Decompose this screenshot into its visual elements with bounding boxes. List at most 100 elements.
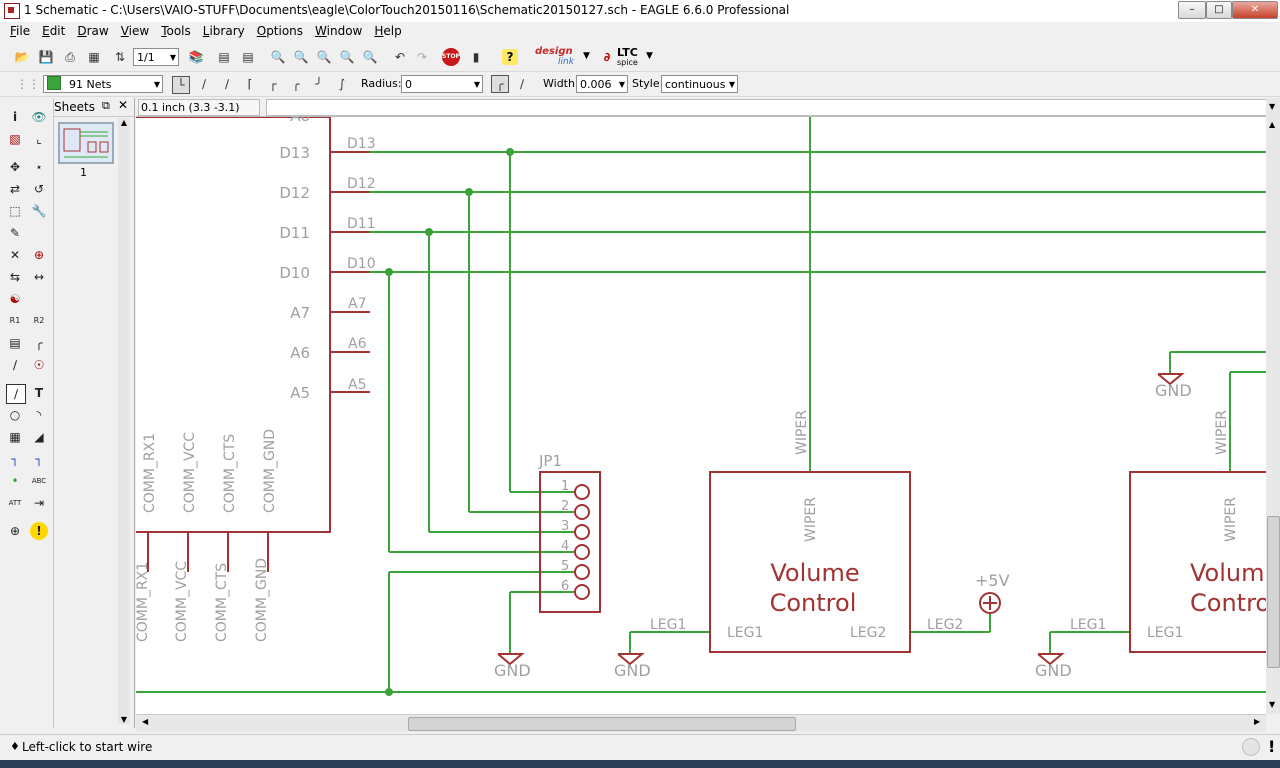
zoom-select-icon[interactable]: 🔍 (362, 49, 378, 65)
net-select[interactable]: 91 Nets ▼ (43, 75, 163, 93)
horizontal-scrollbar[interactable]: ◀ ▶ (136, 714, 1266, 732)
split-icon[interactable]: ∕ (6, 356, 24, 374)
gateswap-icon[interactable]: ↔ (30, 268, 48, 286)
zoom-redraw-icon[interactable]: 🔍 (339, 49, 355, 65)
schematic-canvas[interactable]: A8 D13 D12 D11 D10 A7 A6 A5 D13 D12 D11 … (136, 117, 1266, 714)
menu-library[interactable]: Library (197, 22, 251, 38)
label-tool-icon[interactable]: ABC (30, 472, 48, 490)
mcu-symbol[interactable] (136, 117, 370, 572)
library-icon[interactable]: 📚 (188, 49, 204, 65)
wire-bend-arc2-icon[interactable]: ╯ (311, 76, 327, 92)
menu-tools[interactable]: Tools (155, 22, 197, 38)
wire-bend-45-icon[interactable]: ∕ (196, 76, 212, 92)
add-part-icon[interactable]: ⊕ (30, 246, 48, 264)
menu-draw[interactable]: Draw (71, 22, 114, 38)
volume-control-1[interactable]: Volume Control WIPER LEG1 LEG2 (709, 471, 911, 653)
scroll-up-icon[interactable]: ▲ (1269, 120, 1275, 129)
menu-edit[interactable]: Edit (36, 22, 71, 38)
designlink-dropdown-icon[interactable]: ▼ (583, 51, 590, 61)
sheets-scroll-up-icon[interactable]: ▲ (118, 118, 130, 127)
mirror-icon[interactable]: ⇄ (6, 180, 24, 198)
width-input[interactable]: 0.006 ▼ (576, 75, 628, 93)
ulp-icon[interactable]: ▤ (240, 49, 256, 65)
open-icon[interactable]: 📂 (14, 49, 30, 65)
wire-bend-45b-icon[interactable]: ⌈ (242, 76, 258, 92)
sheets-scroll-down-icon[interactable]: ▼ (118, 715, 130, 724)
replace-icon[interactable]: ☯ (6, 290, 24, 308)
name-icon[interactable]: R1 (6, 312, 24, 330)
radius-input[interactable]: 0 ▼ (401, 75, 483, 93)
copy-icon[interactable]: ⋆ (30, 158, 48, 176)
pinswap-icon[interactable]: ⇆ (6, 268, 24, 286)
sheets-close-icon[interactable]: ✕ (118, 98, 128, 112)
sheets-undock-icon[interactable]: ⧉ (102, 99, 110, 113)
wire-bend-90-icon[interactable]: └ (172, 76, 190, 94)
sheet-thumbnail[interactable] (58, 122, 114, 164)
scroll-down-icon[interactable]: ▼ (1269, 700, 1275, 709)
wire-bend-arc-icon[interactable]: ╭ (288, 76, 304, 92)
save-icon[interactable]: 💾 (38, 49, 54, 65)
net-wires[interactable] (136, 117, 1266, 693)
net-tool-icon[interactable]: ┐ (30, 450, 48, 468)
grid-icon[interactable]: ⋮⋮ (16, 76, 40, 92)
text-tool-icon[interactable]: T (30, 384, 48, 402)
rotate-icon[interactable]: ↺ (30, 180, 48, 198)
go-icon[interactable]: ▮ (468, 49, 484, 65)
miter-round-icon[interactable]: ╭ (491, 75, 509, 93)
command-line-input[interactable] (266, 99, 1268, 116)
wire-tool-icon[interactable]: ∕ (6, 384, 26, 404)
zoom-in-icon[interactable]: 🔍 (293, 49, 309, 65)
value-icon[interactable]: R2 (30, 312, 48, 330)
show-icon[interactable]: 👁 (30, 108, 48, 126)
delete-icon[interactable]: ✕ (6, 246, 24, 264)
invoke-icon[interactable]: ☉ (30, 356, 48, 374)
ltspice-icon[interactable]: ∂ (599, 49, 615, 65)
board-switch-icon[interactable]: ⇅ (112, 49, 128, 65)
polygon-tool-icon[interactable]: ◢ (30, 428, 48, 446)
menu-options[interactable]: Options (251, 22, 309, 38)
bus-tool-icon[interactable]: ┐ (6, 450, 24, 468)
cam-icon[interactable]: ▦ (86, 49, 102, 65)
command-dropdown-icon[interactable]: ▼ (1269, 102, 1275, 111)
wire-bend-90b-icon[interactable]: ┌ (265, 76, 281, 92)
horizontal-scroll-thumb[interactable] (408, 717, 796, 731)
move-icon[interactable]: ✥ (6, 158, 24, 176)
change-icon[interactable]: 🔧 (30, 202, 48, 220)
help-icon[interactable]: ? (502, 49, 518, 65)
undo-icon[interactable]: ↶ (392, 49, 408, 65)
maximize-button[interactable]: □ (1206, 1, 1232, 19)
script-icon[interactable]: ▤ (216, 49, 232, 65)
close-button[interactable]: ✕ (1232, 1, 1278, 19)
minimize-button[interactable]: – (1178, 1, 1206, 19)
erc-icon[interactable]: ⊕ (6, 522, 24, 540)
wire-bend-spline-icon[interactable]: ∫ (334, 76, 350, 92)
print-icon[interactable]: ⎙ (62, 49, 78, 65)
scroll-right-icon[interactable]: ▶ (1254, 717, 1260, 726)
scroll-left-icon[interactable]: ◀ (142, 717, 148, 726)
smash-icon[interactable]: ▤ (6, 334, 24, 352)
miter-icon[interactable]: ╭ (30, 334, 48, 352)
volume-control-2[interactable]: Volum Contro WIPER LEG1 (1129, 471, 1266, 653)
miter-straight-icon[interactable]: ∕ (514, 76, 530, 92)
group-icon[interactable]: ⬚ (6, 202, 24, 220)
stop-icon[interactable]: STOP (442, 48, 460, 66)
vcc-symbol[interactable]: +5V (975, 571, 1010, 614)
zoom-out-icon[interactable]: 🔍 (316, 49, 332, 65)
vertical-scroll-thumb[interactable] (1267, 516, 1280, 668)
errors-icon[interactable]: ! (30, 522, 48, 540)
junction-dots[interactable] (385, 148, 514, 696)
zoom-fit-icon[interactable]: 🔍 (270, 49, 286, 65)
dimension-tool-icon[interactable]: ⇥ (30, 494, 48, 512)
status-alert-icon[interactable]: ! (1268, 737, 1275, 756)
redo-icon[interactable]: ↷ (414, 49, 430, 65)
paste-icon[interactable]: ✎ (6, 224, 24, 242)
sheets-scrollbar[interactable]: ▲ ▼ (118, 118, 130, 724)
designlink-logo-top[interactable]: design (535, 46, 573, 57)
designlink-logo-bottom[interactable]: link (558, 57, 574, 67)
mark-icon[interactable]: ⌞ (30, 130, 48, 148)
attribute-tool-icon[interactable]: ATT (6, 494, 24, 512)
circle-tool-icon[interactable]: ○ (6, 406, 24, 424)
ltspice-dropdown-icon[interactable]: ▼ (646, 51, 653, 61)
vertical-scrollbar[interactable]: ▼ ▲ ▼ (1266, 98, 1280, 714)
menu-window[interactable]: Window (309, 22, 368, 38)
